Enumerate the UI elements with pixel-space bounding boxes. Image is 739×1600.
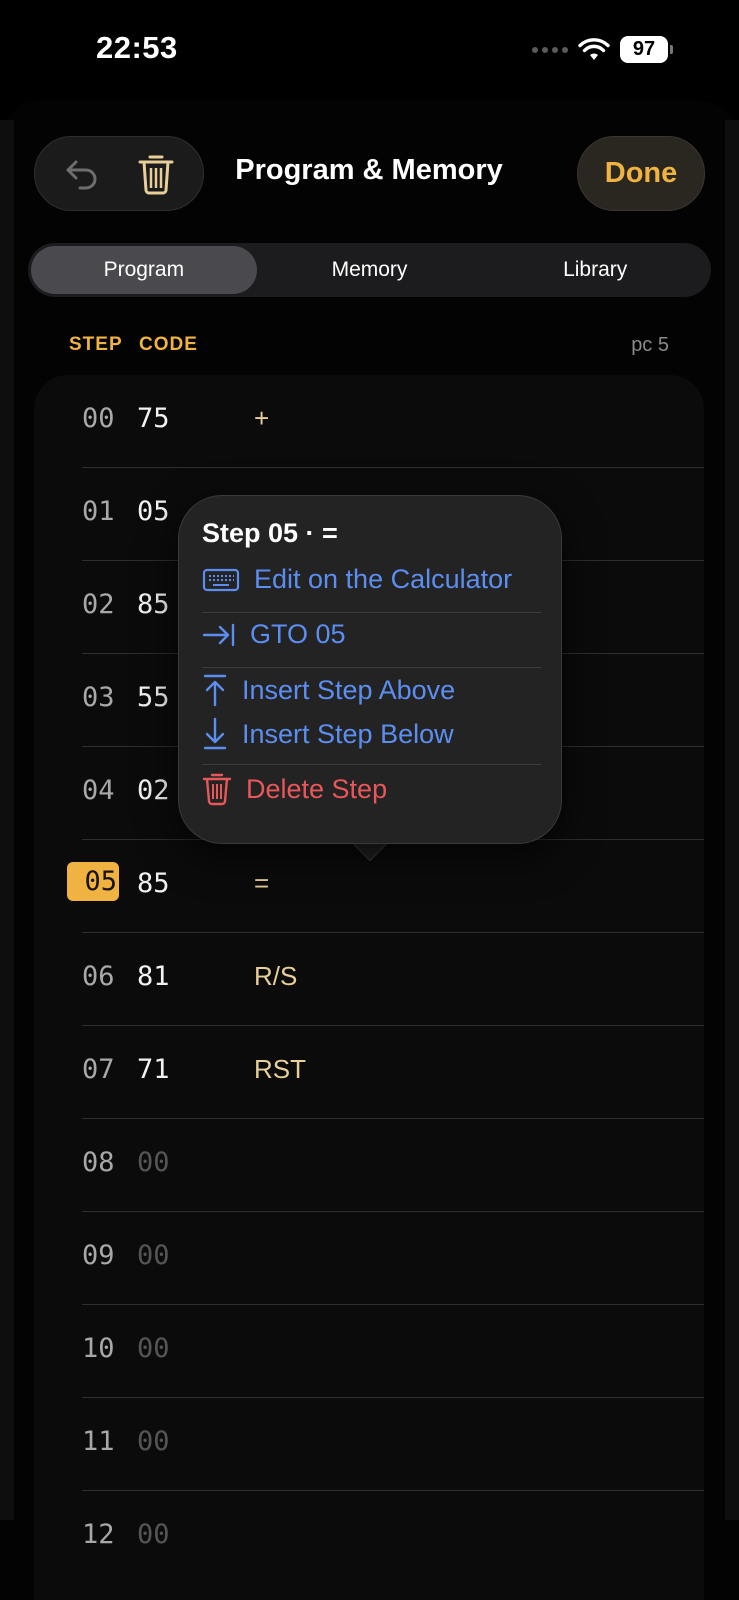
column-header-code: CODE bbox=[139, 334, 198, 355]
step-number: 09 bbox=[82, 1240, 115, 1271]
step-code: 00 bbox=[137, 1147, 170, 1178]
battery-icon: 97 bbox=[620, 36, 673, 63]
current-step-badge: 05 bbox=[67, 862, 119, 901]
menu-divider bbox=[202, 612, 541, 613]
step-code: 85 bbox=[137, 589, 170, 620]
tab-memory[interactable]: Memory bbox=[257, 246, 483, 294]
menu-divider bbox=[202, 764, 541, 765]
program-row[interactable]: 09 00 bbox=[82, 1212, 704, 1305]
sheet-edge-right bbox=[725, 120, 739, 1520]
battery-level: 97 bbox=[620, 36, 668, 63]
step-number: 04 bbox=[82, 775, 115, 806]
step-code: 75 bbox=[137, 403, 170, 434]
delete-step-item[interactable]: Delete Step bbox=[202, 772, 387, 806]
step-op: R/S bbox=[254, 961, 298, 991]
segmented-control: Program Memory Library bbox=[28, 243, 711, 297]
tab-library[interactable]: Library bbox=[482, 246, 708, 294]
insert-below-item[interactable]: Insert Step Below bbox=[202, 717, 454, 751]
step-number: 06 bbox=[82, 961, 115, 992]
gto-label: GTO 05 bbox=[250, 619, 346, 649]
program-row[interactable]: 07 71 RST bbox=[82, 1026, 704, 1119]
wifi-icon bbox=[578, 37, 610, 60]
program-row[interactable]: 10 00 bbox=[82, 1305, 704, 1398]
step-number: 07 bbox=[82, 1054, 115, 1085]
insert-below-icon bbox=[203, 717, 227, 750]
step-number: 02 bbox=[82, 589, 115, 620]
program-row[interactable]: 11 00 bbox=[82, 1398, 704, 1491]
status-time: 22:53 bbox=[96, 30, 178, 65]
step-code: 71 bbox=[137, 1054, 170, 1085]
menu-divider bbox=[202, 667, 541, 668]
toolbar-pill bbox=[34, 136, 204, 211]
step-number: 03 bbox=[82, 682, 115, 713]
undo-icon bbox=[66, 160, 97, 189]
keyboard-icon bbox=[202, 568, 240, 591]
program-row[interactable]: 08 00 bbox=[82, 1119, 704, 1212]
step-number: 00 bbox=[82, 403, 115, 434]
context-menu: Step 05 · = Edit on the Calculator GTO 0… bbox=[178, 495, 562, 844]
insert-above-label: Insert Step Above bbox=[242, 674, 456, 705]
edit-on-calculator-label: Edit on the Calculator bbox=[254, 564, 513, 594]
insert-below-label: Insert Step Below bbox=[242, 718, 454, 749]
step-number: 11 bbox=[82, 1426, 115, 1457]
status-icons: 97 bbox=[532, 36, 673, 63]
step-op: = bbox=[254, 868, 270, 898]
insert-above-item[interactable]: Insert Step Above bbox=[202, 673, 455, 707]
screen: 22:53 97 Program & Memory Done Program M… bbox=[0, 0, 739, 1600]
goto-arrow-icon bbox=[202, 623, 235, 646]
step-code: 81 bbox=[137, 961, 170, 992]
done-button[interactable]: Done bbox=[577, 136, 705, 211]
cellular-signal-icon bbox=[532, 46, 568, 53]
undo-button[interactable] bbox=[57, 149, 107, 199]
step-code: 55 bbox=[137, 682, 170, 713]
step-code: 00 bbox=[137, 1426, 170, 1457]
trash-icon bbox=[138, 155, 174, 194]
step-code: 02 bbox=[137, 775, 170, 806]
program-row[interactable]: 06 81 R/S bbox=[82, 933, 704, 1026]
edit-on-calculator-item[interactable]: Edit on the Calculator bbox=[202, 564, 512, 595]
step-op: + bbox=[254, 403, 270, 433]
step-code: 85 bbox=[137, 868, 170, 899]
trash-button[interactable] bbox=[131, 149, 181, 199]
trash-icon bbox=[202, 773, 232, 806]
step-number: 10 bbox=[82, 1333, 115, 1364]
sheet-edge-left bbox=[0, 120, 14, 1520]
step-number: 12 bbox=[82, 1519, 115, 1550]
step-code: 05 bbox=[137, 496, 170, 527]
column-header-step: STEP bbox=[69, 334, 123, 355]
step-code: 00 bbox=[137, 1240, 170, 1271]
gto-item[interactable]: GTO 05 bbox=[202, 619, 346, 650]
step-code: 00 bbox=[137, 1333, 170, 1364]
program-counter-label: pc 5 bbox=[631, 334, 669, 356]
program-row[interactable]: 12 00 bbox=[82, 1491, 704, 1584]
step-op: RST bbox=[254, 1054, 306, 1084]
program-row-current[interactable]: 05 85 = bbox=[67, 840, 704, 933]
step-number: 01 bbox=[82, 496, 115, 527]
step-number: 08 bbox=[82, 1147, 115, 1178]
context-menu-title: Step 05 · = bbox=[202, 518, 338, 548]
program-row[interactable]: 00 75 + bbox=[82, 375, 704, 468]
step-code: 00 bbox=[137, 1519, 170, 1550]
page-title: Program & Memory bbox=[235, 154, 503, 186]
delete-step-label: Delete Step bbox=[246, 773, 388, 804]
tab-program[interactable]: Program bbox=[31, 246, 257, 294]
insert-above-icon bbox=[203, 674, 227, 707]
